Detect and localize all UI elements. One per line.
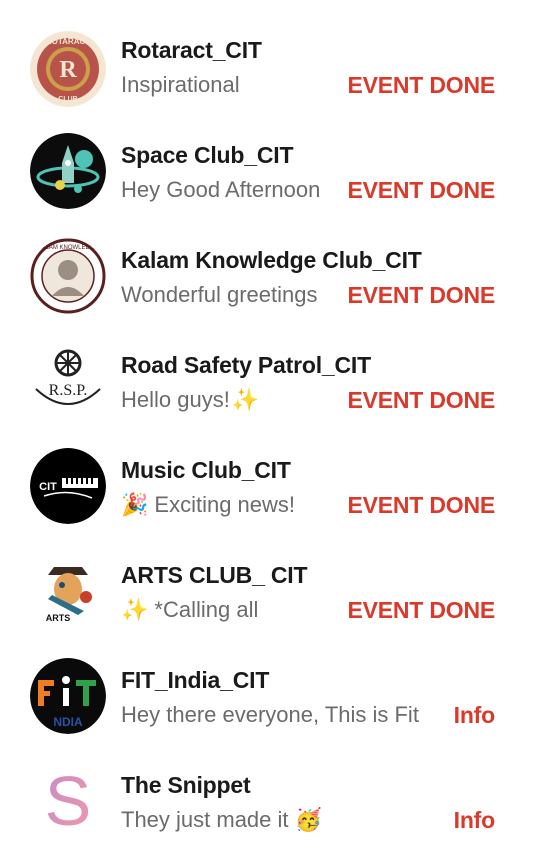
svg-text:S: S <box>45 763 92 839</box>
music-club-logo-icon: CIT <box>30 448 106 524</box>
chat-item-space-club[interactable]: Space Club_CIT Hey Good Afternoon EVENT … <box>0 120 540 220</box>
svg-text:R: R <box>59 57 77 83</box>
chat-preview: ✨ *Calling all <box>121 597 258 623</box>
chat-item-road-safety-patrol[interactable]: R.S.P. Road Safety Patrol_CIT Hello guys… <box>0 330 540 430</box>
partying-face-emoji-icon: 🥳 <box>294 807 322 832</box>
chat-preview: Hey there everyone, This is Fit <box>121 702 419 727</box>
party-popper-emoji-icon: 🎉 <box>121 492 149 517</box>
status-badge: Info <box>453 807 496 833</box>
chat-title: Music Club_CIT <box>121 457 291 483</box>
status-badge: EVENT DONE <box>347 177 495 203</box>
status-badge: EVENT DONE <box>347 72 495 98</box>
chat-title: Kalam Knowledge Club_CIT <box>121 247 422 273</box>
chat-preview: Hey Good Afternoon <box>121 177 321 202</box>
svg-text:NDIA: NDIA <box>53 715 83 729</box>
svg-text:ROTARACT: ROTARACT <box>46 37 90 46</box>
chat-preview: Hello guys!✨ <box>121 387 259 413</box>
chat-item-fit-india[interactable]: NDIA FIT_India_CIT Hey there everyone, T… <box>0 645 540 745</box>
preview-text: They just made it <box>121 807 289 832</box>
status-badge: EVENT DONE <box>347 492 495 518</box>
kalam-knowledge-club-logo-icon: KALAM KNOWLEDGE <box>30 238 106 314</box>
status-badge: EVENT DONE <box>347 282 495 308</box>
sparkles-emoji-icon: ✨ <box>231 387 260 412</box>
chat-preview: 🎉 Exciting news! <box>121 492 295 518</box>
chat-preview: They just made it 🥳 <box>121 807 322 833</box>
svg-text:KALAM KNOWLEDGE: KALAM KNOWLEDGE <box>37 245 98 251</box>
arts-club-logo-icon: ARTS <box>30 553 106 629</box>
snippet-logo-icon: S <box>30 763 106 839</box>
preview-text: Hello guys! <box>121 387 230 412</box>
chat-title: Space Club_CIT <box>121 142 294 168</box>
sparkles-emoji-icon: ✨ <box>121 597 149 622</box>
preview-text: *Calling all <box>154 597 259 622</box>
status-badge: EVENT DONE <box>347 597 495 623</box>
space-club-logo-icon <box>30 133 106 209</box>
chat-title: FIT_India_CIT <box>121 667 270 693</box>
svg-text:CLUB: CLUB <box>58 96 77 103</box>
road-safety-patrol-logo-icon: R.S.P. <box>30 343 106 419</box>
svg-text:ARTS: ARTS <box>46 613 71 623</box>
chat-preview: Inspirational <box>121 72 240 97</box>
svg-text:R.S.P.: R.S.P. <box>49 382 88 399</box>
chat-item-arts-club[interactable]: ARTS ARTS CLUB_ CIT ✨ *Calling all EVENT … <box>0 540 540 640</box>
svg-text:CIT: CIT <box>39 481 57 493</box>
chat-title: ARTS CLUB_ CIT <box>121 562 308 588</box>
status-badge: Info <box>453 702 496 728</box>
status-badge: EVENT DONE <box>347 387 495 413</box>
preview-text: Exciting news! <box>154 492 296 517</box>
rotaract-club-logo-icon: R ROTARACT CLUB <box>30 31 106 107</box>
chat-title: Road Safety Patrol_CIT <box>121 352 371 378</box>
chat-item-kalam-knowledge-club[interactable]: KALAM KNOWLEDGE Kalam Knowledge Club_CIT… <box>0 225 540 325</box>
fit-india-logo-icon: NDIA <box>30 658 106 734</box>
chat-title: The Snippet <box>121 772 251 798</box>
chat-item-the-snippet[interactable]: S The Snippet They just made it 🥳 Info <box>0 750 540 850</box>
chat-item-rotaract[interactable]: R ROTARACT CLUB Rotaract_CIT Inspiration… <box>0 15 540 115</box>
chat-item-music-club[interactable]: CIT Music Club_CIT 🎉 Exciting news! EVENT… <box>0 435 540 535</box>
chat-title: Rotaract_CIT <box>121 37 262 63</box>
chat-preview: Wonderful greetings <box>121 282 318 307</box>
